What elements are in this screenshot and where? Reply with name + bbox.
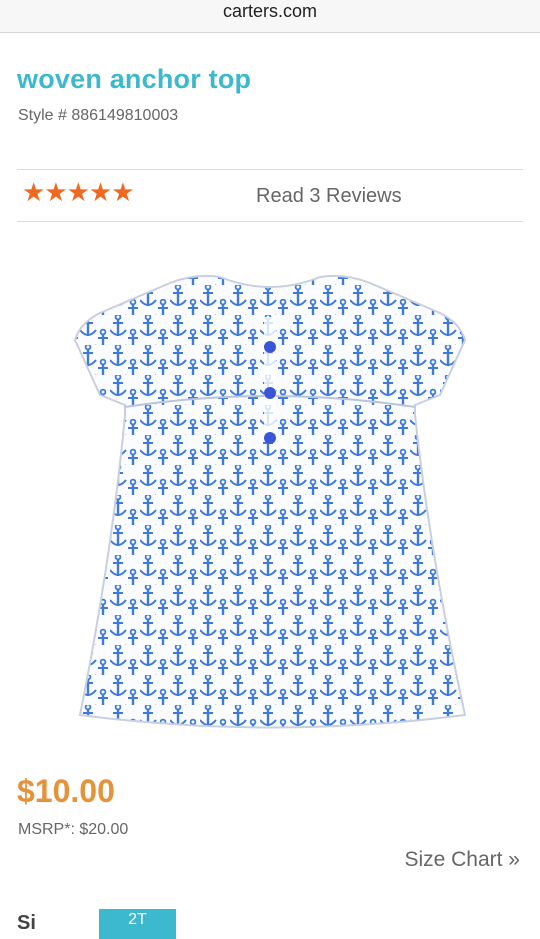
rating-stars: ★★★★★ (22, 177, 135, 207)
read-reviews-link[interactable]: Read 3 Reviews (256, 185, 402, 208)
sale-price: $10.00 (17, 773, 115, 809)
msrp-price: MSRP*: $20.00 (18, 821, 129, 838)
url-text: carters.com (222, 1, 318, 21)
product-title: woven anchor top (17, 64, 252, 94)
divider-bottom (17, 221, 523, 222)
divider-top (17, 169, 523, 170)
size-option-2t[interactable]: 2T (99, 909, 176, 939)
browser-url-bar[interactable]: carters.com (0, 0, 540, 33)
size-chart-link[interactable]: Size Chart » (404, 848, 520, 872)
product-image[interactable] (20, 255, 520, 755)
size-label: Si (17, 912, 36, 934)
shirt-graphic (73, 274, 467, 729)
style-number: Style # 886149810003 (18, 107, 179, 124)
